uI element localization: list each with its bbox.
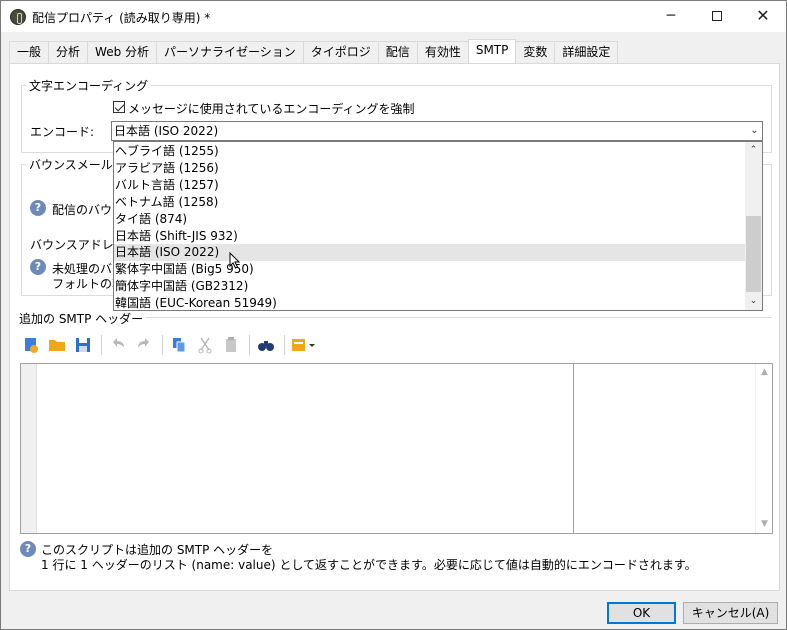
scroll-up-icon[interactable]: ▲ bbox=[756, 364, 773, 381]
find-icon[interactable] bbox=[254, 334, 278, 356]
new-script-icon[interactable] bbox=[19, 334, 43, 356]
tab-typology[interactable]: タイポロジ bbox=[302, 41, 379, 63]
app-icon bbox=[10, 9, 26, 25]
help-icon: ? bbox=[30, 200, 46, 216]
scroll-down-icon[interactable]: ⌄ bbox=[745, 293, 762, 310]
editor-toolbar bbox=[19, 332, 321, 358]
tab-personalization[interactable]: パーソナライゼーション bbox=[156, 41, 304, 63]
encoding-group-title: 文字エンコーディング bbox=[26, 77, 152, 94]
mouse-cursor-icon bbox=[229, 252, 241, 269]
toolbar-separator bbox=[162, 335, 163, 355]
encode-label: エンコード: bbox=[30, 125, 95, 139]
dropdown-option[interactable]: アラビア語 (1256) bbox=[114, 160, 746, 177]
dropdown-option[interactable]: タイ語 (874) bbox=[114, 211, 746, 228]
maximize-button[interactable] bbox=[694, 1, 740, 32]
minimize-button[interactable]: ─ bbox=[648, 1, 694, 32]
undo-icon[interactable] bbox=[106, 334, 130, 356]
dropdown-option-hovered[interactable]: 日本語 (ISO 2022) bbox=[114, 244, 746, 261]
smtp-headers-title: 追加の SMTP ヘッダー bbox=[16, 310, 147, 327]
editor-split-divider[interactable] bbox=[573, 364, 574, 533]
toolbar-separator bbox=[249, 335, 250, 355]
tab-advanced[interactable]: 詳細設定 bbox=[554, 41, 619, 63]
dropdown-option[interactable]: 簡体字中国語 (GB2312) bbox=[114, 278, 746, 295]
tab-validity[interactable]: 有効性 bbox=[416, 41, 469, 63]
help-icon: ? bbox=[30, 259, 46, 275]
cut-icon[interactable] bbox=[193, 334, 217, 356]
open-folder-icon[interactable] bbox=[45, 334, 69, 356]
scroll-up-icon[interactable]: ⌃ bbox=[745, 142, 762, 159]
paste-icon[interactable] bbox=[219, 334, 243, 356]
tab-analysis[interactable]: 分析 bbox=[48, 41, 89, 63]
help-icon: ? bbox=[20, 541, 36, 557]
scroll-down-icon[interactable]: ▼ bbox=[756, 516, 773, 533]
dropdown-option[interactable]: 日本語 (Shift-JIS 932) bbox=[114, 228, 746, 245]
save-icon[interactable] bbox=[71, 334, 95, 356]
close-button[interactable]: ✕ bbox=[740, 1, 786, 32]
window-title: 配信プロパティ (読み取り専用) * bbox=[32, 11, 211, 25]
tab-variables[interactable]: 変数 bbox=[515, 41, 556, 63]
tab-smtp[interactable]: SMTP bbox=[467, 39, 517, 63]
force-encoding-label: メッセージに使用されているエンコーディングを強制 bbox=[128, 102, 415, 116]
insert-field-icon[interactable] bbox=[289, 334, 319, 356]
smtp-help-line2: 1 行に 1 ヘッダーのリスト (name: value) として返すことができ… bbox=[41, 558, 697, 572]
encode-select[interactable]: 日本語 (ISO 2022) ⌄ bbox=[111, 121, 763, 141]
scrollbar-thumb[interactable] bbox=[746, 216, 761, 292]
copy-icon[interactable] bbox=[167, 334, 191, 356]
dropdown-option[interactable]: ベトナム語 (1258) bbox=[114, 194, 746, 211]
tab-general[interactable]: 一般 bbox=[9, 41, 50, 63]
encoding-dropdown-list[interactable]: ヘブライ語 (1255) アラビア語 (1256) バルト言語 (1257) ベ… bbox=[113, 141, 763, 311]
dropdown-option[interactable]: バルト言語 (1257) bbox=[114, 177, 746, 194]
redo-icon[interactable] bbox=[132, 334, 156, 356]
dropdown-option[interactable]: 繁体字中国語 (Big5 950) bbox=[114, 261, 746, 278]
dropdown-scrollbar[interactable]: ⌃ ⌄ bbox=[745, 142, 762, 310]
dialog-window: 配信プロパティ (読み取り専用) * ─ ✕ 一般 分析 Web 分析 パーソナ… bbox=[0, 0, 787, 630]
toolbar-separator bbox=[101, 335, 102, 355]
ok-button[interactable]: OK bbox=[607, 602, 676, 624]
force-encoding-checkbox[interactable] bbox=[113, 101, 125, 113]
tab-delivery[interactable]: 配信 bbox=[377, 41, 418, 63]
toolbar-separator bbox=[284, 335, 285, 355]
maximize-icon bbox=[712, 11, 722, 21]
dropdown-option[interactable]: 韓国語 (EUC-Korean 51949) bbox=[114, 295, 746, 312]
tab-web-analytics[interactable]: Web 分析 bbox=[87, 41, 158, 63]
title-bar: 配信プロパティ (読み取り専用) * ─ ✕ bbox=[1, 1, 786, 32]
cancel-button[interactable]: キャンセル(A) bbox=[683, 602, 778, 624]
editor-scrollbar[interactable]: ▲ ▼ bbox=[755, 364, 772, 533]
chevron-down-icon[interactable]: ⌄ bbox=[746, 122, 762, 140]
tab-bar: 一般 分析 Web 分析 パーソナライゼーション タイポロジ 配信 有効性 SM… bbox=[9, 39, 619, 63]
bounce-group-title: バウンスメール bbox=[26, 156, 116, 173]
encode-select-value: 日本語 (ISO 2022) bbox=[114, 124, 219, 138]
dropdown-option[interactable]: ヘブライ語 (1255) bbox=[114, 143, 746, 160]
editor-gutter bbox=[21, 364, 37, 533]
script-editor[interactable]: ▲ ▼ bbox=[20, 363, 773, 534]
